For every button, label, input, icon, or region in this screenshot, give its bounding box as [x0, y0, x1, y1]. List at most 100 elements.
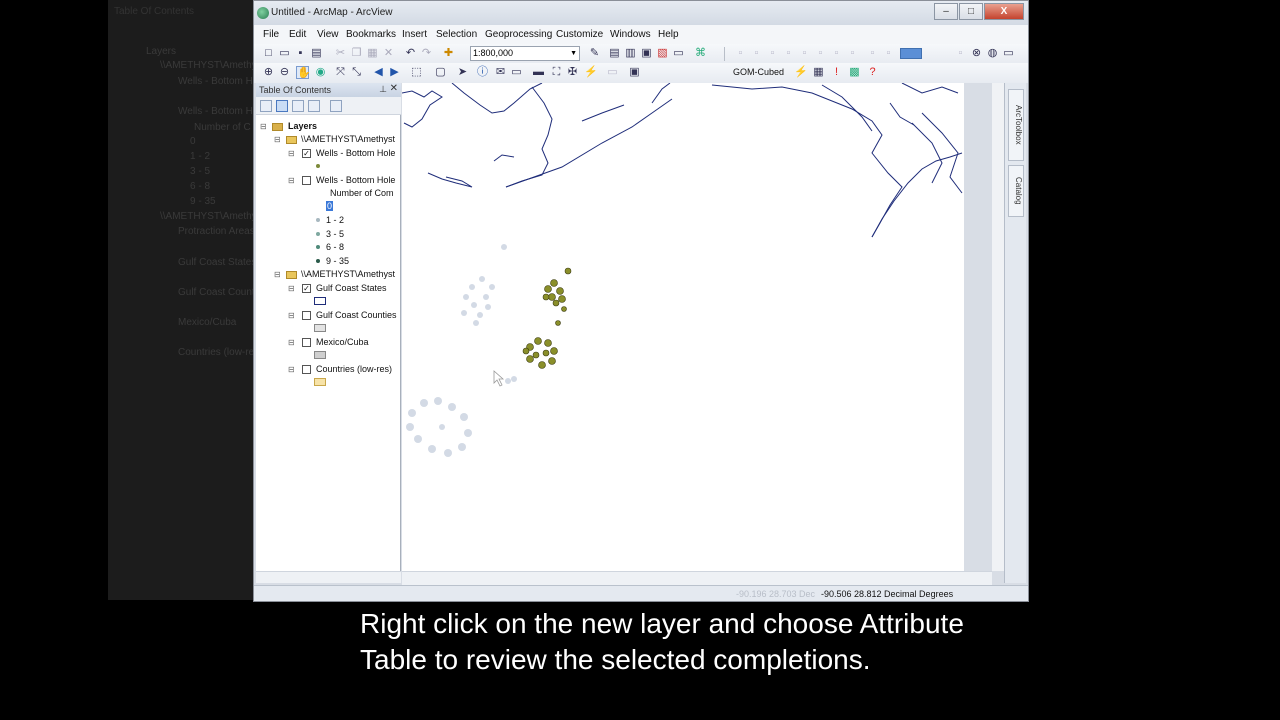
- disabled-tool-icon[interactable]: ▫: [882, 47, 895, 60]
- class-label[interactable]: 1 - 2: [326, 215, 344, 225]
- binoculars-icon[interactable]: ⛶: [550, 66, 563, 79]
- arctoolbox-tab[interactable]: ArcToolbox: [1008, 89, 1024, 161]
- binoculars-icon[interactable]: ⊗: [970, 47, 983, 60]
- layer-wells-bottom-hole[interactable]: Wells - Bottom Hole: [316, 148, 395, 158]
- collapse-icon[interactable]: ⊟: [274, 135, 281, 144]
- disabled-tool-icon[interactable]: ▫: [814, 47, 827, 60]
- close-icon[interactable]: ✕: [390, 83, 398, 94]
- clear-selection-icon[interactable]: ▢: [434, 66, 447, 79]
- class-label[interactable]: 3 - 5: [326, 229, 344, 239]
- time-slider-icon[interactable]: ▭: [606, 66, 619, 79]
- html-popup-icon[interactable]: ▭: [510, 66, 523, 79]
- layer-countries-low-res[interactable]: Countries (low-res): [316, 364, 392, 374]
- pin-icon[interactable]: ⊥: [379, 84, 387, 95]
- disabled-tool-icon[interactable]: ▫: [866, 47, 879, 60]
- menu-file[interactable]: File: [263, 29, 279, 40]
- menu-windows[interactable]: Windows: [610, 29, 651, 40]
- menu-insert[interactable]: Insert: [402, 29, 427, 40]
- list-by-drawing-order-icon[interactable]: [260, 100, 272, 112]
- list-by-source-icon[interactable]: [276, 100, 288, 112]
- editor-icon[interactable]: ✎: [588, 47, 601, 60]
- disabled-tool-icon[interactable]: ▫: [846, 47, 859, 60]
- lightning-icon[interactable]: ⚡: [794, 66, 808, 79]
- help-icon[interactable]: ?: [866, 66, 879, 79]
- layer-wells-bottom-hole-classified[interactable]: Wells - Bottom Hole: [316, 175, 395, 185]
- globe-icon[interactable]: ◍: [986, 47, 999, 60]
- open-icon[interactable]: ▭: [278, 47, 291, 60]
- class-label[interactable]: 9 - 35: [326, 256, 349, 266]
- back-extent-icon[interactable]: ◀: [372, 66, 385, 79]
- toc-group-name[interactable]: \\AMETHYST\Amethyst: [301, 269, 395, 279]
- full-extent-icon[interactable]: ◉: [314, 66, 327, 79]
- list-by-selection-icon[interactable]: [308, 100, 320, 112]
- toc-group-name[interactable]: \\AMETHYST\Amethyst: [301, 134, 395, 144]
- find-icon[interactable]: ✉: [494, 66, 507, 79]
- collapse-icon[interactable]: ⊟: [288, 365, 295, 374]
- layer-mexico-cuba[interactable]: Mexico/Cuba: [316, 337, 369, 347]
- layer-gulf-coast-states[interactable]: Gulf Coast States: [316, 283, 387, 293]
- gom-cubed-dropdown[interactable]: GOM-Cubed: [733, 67, 784, 77]
- arctoolbox-icon[interactable]: ▧: [656, 47, 669, 60]
- select-elements-icon[interactable]: ➤: [456, 66, 469, 79]
- zoom-out-icon[interactable]: ⊖: [278, 66, 291, 79]
- toc-horizontal-scrollbar[interactable]: [256, 571, 401, 583]
- search-window-icon[interactable]: ▣: [640, 47, 653, 60]
- identify-icon[interactable]: ⓘ: [476, 66, 489, 79]
- print-icon[interactable]: ▤: [310, 47, 323, 60]
- color-swatch[interactable]: [900, 48, 922, 59]
- class-label[interactable]: 6 - 8: [326, 242, 344, 252]
- options-icon[interactable]: [330, 100, 342, 112]
- layer-visibility-checkbox[interactable]: [302, 311, 311, 320]
- map-scale-combo[interactable]: 1:800,000 ▼: [470, 46, 580, 61]
- menu-help[interactable]: Help: [658, 29, 679, 40]
- map-vertical-scrollbar[interactable]: [992, 83, 1004, 571]
- disabled-tool-icon[interactable]: ▫: [798, 47, 811, 60]
- delete-icon[interactable]: ✕: [382, 47, 395, 60]
- data-frame-layers[interactable]: Layers: [288, 121, 317, 131]
- alert-icon[interactable]: !: [830, 66, 843, 79]
- toc-window-icon[interactable]: ▤: [608, 47, 621, 60]
- catalog-tab[interactable]: Catalog: [1008, 165, 1024, 217]
- add-data-icon[interactable]: ✚: [442, 47, 455, 60]
- redo-icon[interactable]: ↷: [420, 47, 433, 60]
- catalog-window-icon[interactable]: ▥: [624, 47, 637, 60]
- title-bar[interactable]: Untitled - ArcMap - ArcView – □ X: [254, 1, 1028, 25]
- layer-visibility-checkbox[interactable]: [302, 338, 311, 347]
- maximize-button[interactable]: □: [959, 3, 983, 20]
- disabled-tool-icon[interactable]: ▫: [830, 47, 843, 60]
- fixed-zoom-out-icon[interactable]: ⤡: [350, 66, 363, 79]
- measure-icon[interactable]: ▬: [532, 66, 545, 79]
- layer-visibility-checkbox[interactable]: ✓: [302, 284, 311, 293]
- layer-gulf-coast-counties[interactable]: Gulf Coast Counties: [316, 310, 397, 320]
- collapse-icon[interactable]: ⊟: [288, 311, 295, 320]
- copy-icon[interactable]: ❐: [350, 47, 363, 60]
- map-display[interactable]: [402, 83, 964, 571]
- collapse-icon[interactable]: ⊟: [274, 270, 281, 279]
- layer-visibility-checkbox[interactable]: ✓: [302, 149, 311, 158]
- layer-visibility-checkbox[interactable]: [302, 365, 311, 374]
- table-icon[interactable]: ▦: [812, 66, 825, 79]
- go-to-xy-icon[interactable]: ✠: [566, 66, 579, 79]
- cut-icon[interactable]: ✂: [334, 47, 347, 60]
- close-button[interactable]: X: [984, 3, 1024, 20]
- menu-bookmarks[interactable]: Bookmarks: [346, 29, 396, 40]
- menu-view[interactable]: View: [317, 29, 339, 40]
- collapse-icon[interactable]: ⊟: [288, 338, 295, 347]
- menu-edit[interactable]: Edit: [289, 29, 306, 40]
- collapse-icon[interactable]: ⊟: [260, 122, 267, 131]
- menu-selection[interactable]: Selection: [436, 29, 477, 40]
- layer-visibility-checkbox[interactable]: [302, 176, 311, 185]
- paste-icon[interactable]: ▦: [366, 47, 379, 60]
- menu-customize[interactable]: Customize: [556, 29, 603, 40]
- select-features-icon[interactable]: ⬚: [410, 66, 423, 79]
- fixed-zoom-in-icon[interactable]: ⤧: [334, 66, 347, 79]
- python-window-icon[interactable]: ▭: [672, 47, 685, 60]
- list-by-visibility-icon[interactable]: [292, 100, 304, 112]
- collapse-icon[interactable]: ⊟: [288, 176, 295, 185]
- create-viewer-icon[interactable]: ▣: [628, 66, 641, 79]
- disabled-tool-icon[interactable]: ▫: [766, 47, 779, 60]
- hyperlink-icon[interactable]: ⚡: [584, 66, 598, 79]
- map-horizontal-scrollbar[interactable]: [402, 571, 992, 585]
- model-builder-icon[interactable]: ⌘: [694, 47, 707, 60]
- new-document-icon[interactable]: □: [262, 47, 275, 60]
